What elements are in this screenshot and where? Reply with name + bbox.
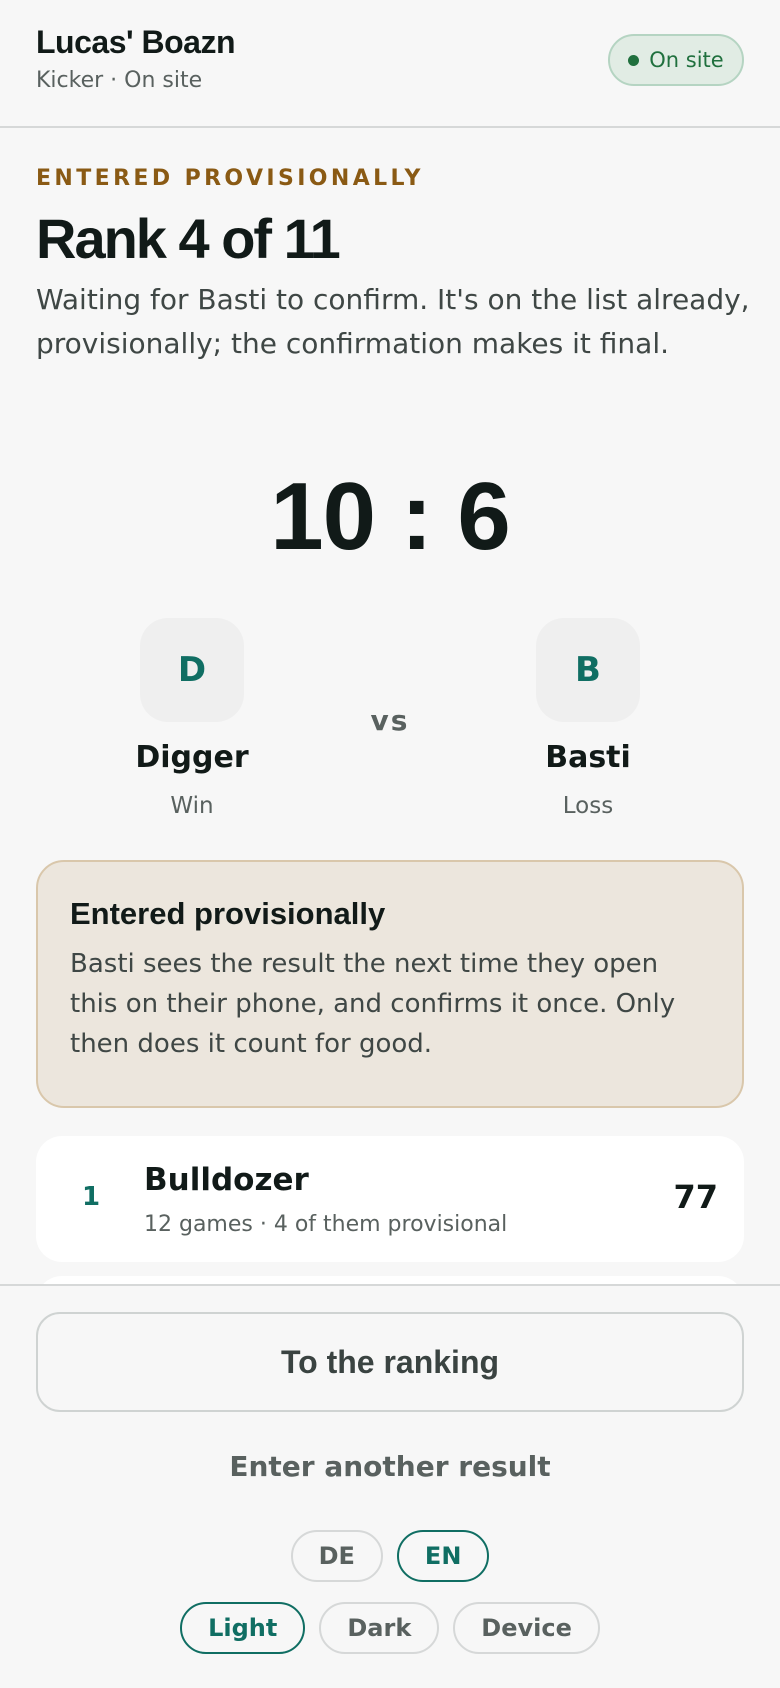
ranking-points: 77 xyxy=(673,1178,718,1216)
on-site-status-badge[interactable]: On site xyxy=(608,34,744,86)
provisional-eyebrow: ENTERED PROVISIONALLY xyxy=(36,166,424,191)
language-en-button[interactable]: EN xyxy=(396,1530,490,1582)
player-result: Loss xyxy=(562,793,614,819)
enter-another-result-link[interactable]: Enter another result xyxy=(0,1450,780,1483)
notice-title: Entered provisionally xyxy=(70,896,386,931)
rank-title: Rank 4 of 11 xyxy=(36,207,341,270)
theme-light-button[interactable]: Light xyxy=(180,1602,306,1654)
theme-dark-button[interactable]: Dark xyxy=(319,1602,440,1654)
to-ranking-button[interactable]: To the ranking xyxy=(36,1312,744,1412)
theme-switcher: Light Dark Device xyxy=(0,1602,780,1654)
avatar: B xyxy=(536,618,640,722)
status-label: On site xyxy=(649,48,724,72)
notice-body: Basti sees the result the next time they… xyxy=(70,949,676,1059)
ranking-meta: 12 games · 4 of them provisional xyxy=(144,1212,508,1237)
ranking-position: 1 xyxy=(82,1182,101,1212)
player-name: Digger xyxy=(135,740,249,775)
confirmation-intro: Waiting for Basti to confirm. It's on th… xyxy=(36,283,750,360)
match-score: 10 : 6 xyxy=(270,463,510,570)
language-switcher: DE EN xyxy=(0,1530,780,1582)
app-header: Lucas' Boazn Kicker · On site On site xyxy=(0,0,780,128)
venue-subtitle: Kicker · On site xyxy=(36,68,203,93)
theme-device-button[interactable]: Device xyxy=(453,1602,600,1654)
venue-title: Lucas' Boazn xyxy=(36,24,235,60)
player-result: Win xyxy=(170,793,214,819)
player-name: Basti xyxy=(545,740,631,775)
action-footer: To the ranking Enter another result DE E… xyxy=(0,1284,780,1688)
provisional-notice: Entered provisionally Basti sees the res… xyxy=(36,860,744,1108)
ranking-player-name: Bulldozer xyxy=(144,1162,309,1198)
ranking-row[interactable]: 1 Bulldozer 12 games · 4 of them provisi… xyxy=(36,1136,744,1262)
player-loser: B Basti Loss xyxy=(488,618,688,819)
status-dot-icon xyxy=(628,54,640,66)
language-de-button[interactable]: DE xyxy=(290,1530,383,1582)
